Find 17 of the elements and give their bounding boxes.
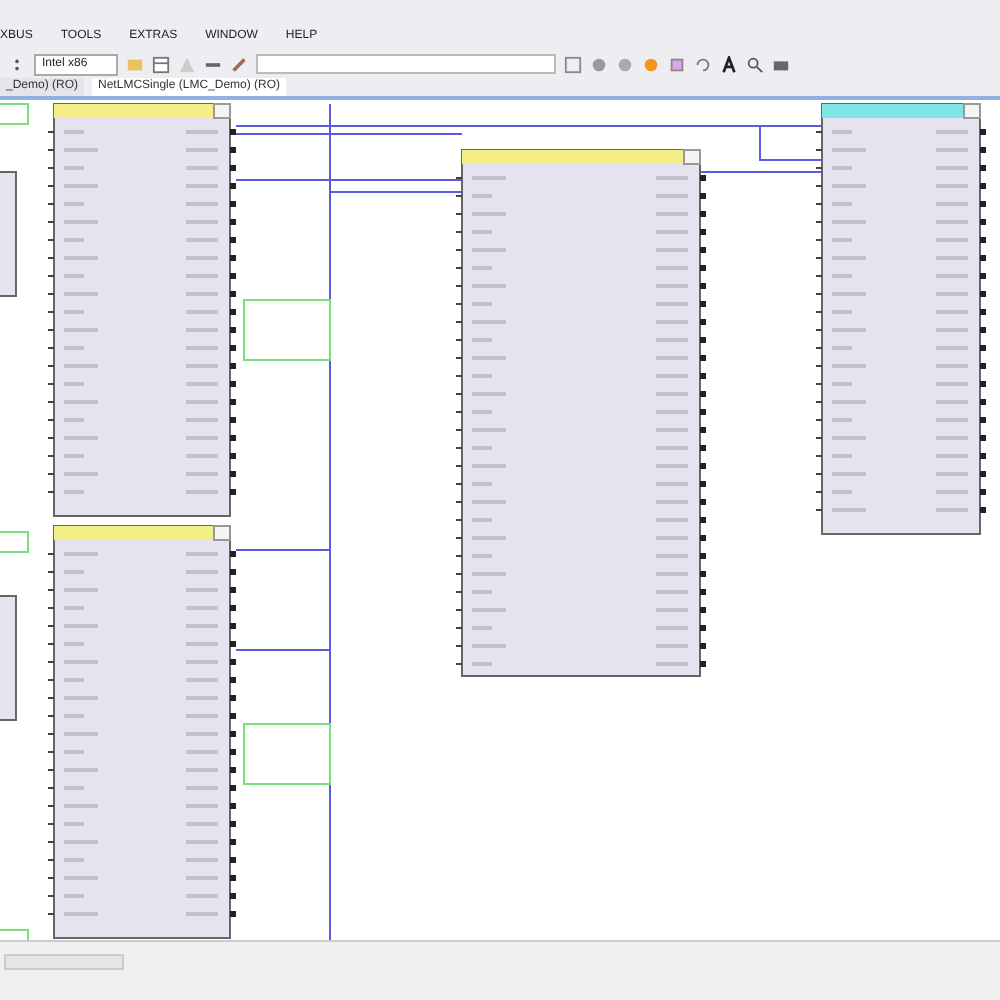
- note-box: [243, 723, 331, 785]
- combo-field[interactable]: [255, 54, 556, 74]
- function-block-drawing[interactable]: [47, 103, 236, 517]
- circle-icon[interactable]: [589, 55, 608, 73]
- refresh-icon[interactable]: [693, 55, 712, 73]
- partial-block-drawing[interactable]: [0, 595, 17, 721]
- function-block-drawing[interactable]: [815, 103, 986, 535]
- function-block-drawing[interactable]: [455, 149, 706, 677]
- pencil-icon[interactable]: [229, 55, 248, 73]
- note-box: [243, 299, 331, 361]
- partial-block-drawing[interactable]: [0, 171, 17, 297]
- function-block-drawing[interactable]: [47, 525, 236, 939]
- calendar-icon[interactable]: [151, 55, 170, 73]
- font-icon[interactable]: [719, 55, 738, 73]
- chip-icon[interactable]: [667, 55, 686, 73]
- search-icon[interactable]: [745, 55, 764, 73]
- status-dot-icon[interactable]: [641, 55, 660, 73]
